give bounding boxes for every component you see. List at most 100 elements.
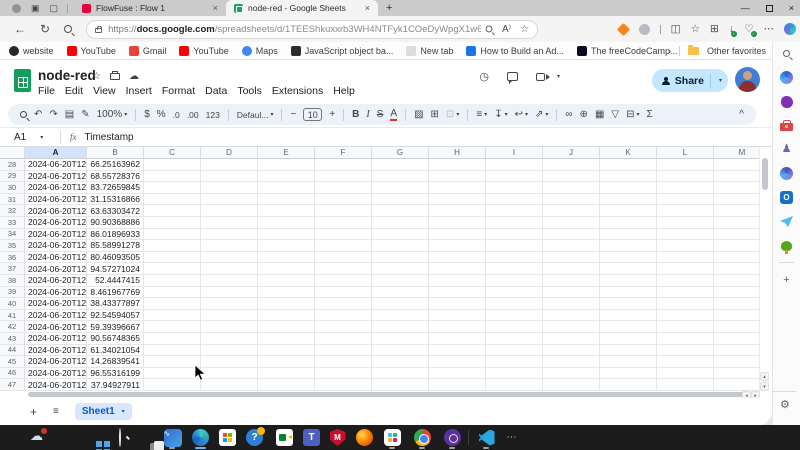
cell-empty[interactable] xyxy=(429,182,486,194)
cell-empty[interactable] xyxy=(657,368,714,380)
help-icon[interactable]: ? xyxy=(244,427,265,448)
cell-value[interactable]: 90.90368886 xyxy=(87,217,144,229)
horizontal-scroll-thumb[interactable] xyxy=(28,392,756,397)
cell-empty[interactable] xyxy=(543,356,600,368)
cell-value[interactable]: 92.54594057 xyxy=(87,310,144,322)
column-header-l[interactable]: L xyxy=(657,147,714,159)
bookmark-item[interactable]: website xyxy=(9,46,54,56)
cell-empty[interactable] xyxy=(543,275,600,287)
cell-empty[interactable] xyxy=(201,310,258,322)
vscode-icon[interactable] xyxy=(476,427,497,448)
cell-empty[interactable] xyxy=(486,356,543,368)
cell-empty[interactable] xyxy=(543,182,600,194)
split-screen-icon[interactable]: ◫ xyxy=(671,23,681,35)
cell-empty[interactable] xyxy=(657,379,714,391)
version-history-icon[interactable]: ◷ xyxy=(479,70,489,83)
menu-edit[interactable]: Edit xyxy=(60,84,88,98)
mcafee-icon[interactable]: M xyxy=(327,427,348,448)
cell-empty[interactable] xyxy=(486,217,543,229)
teams-icon[interactable]: T xyxy=(301,427,322,448)
zoom-control[interactable]: 100%▾ xyxy=(97,109,128,120)
github-desktop-icon[interactable] xyxy=(442,427,463,448)
cell-empty[interactable] xyxy=(657,275,714,287)
cell-empty[interactable] xyxy=(600,182,657,194)
other-favorites-button[interactable]: Other favorites xyxy=(707,46,766,56)
add-sheet-button[interactable]: + xyxy=(30,405,37,419)
cell-empty[interactable] xyxy=(372,298,429,310)
redo-icon[interactable]: ↷ xyxy=(49,109,57,120)
search-icon[interactable] xyxy=(20,111,27,118)
search-icon[interactable] xyxy=(109,427,130,448)
cell-empty[interactable] xyxy=(429,240,486,252)
firefox-icon[interactable] xyxy=(354,427,375,448)
table-views-icon[interactable]: ⊟▾ xyxy=(626,109,639,120)
cell-empty[interactable] xyxy=(543,171,600,183)
cell-empty[interactable] xyxy=(486,310,543,322)
start-icon[interactable] xyxy=(82,427,103,448)
cell-empty[interactable] xyxy=(657,205,714,217)
column-header-h[interactable]: H xyxy=(429,147,486,159)
cell-timestamp[interactable]: 2024-06-20T12:2 xyxy=(25,321,87,333)
collections-icon[interactable]: ⊞ xyxy=(710,23,719,35)
cell-empty[interactable] xyxy=(315,333,372,345)
cell-value[interactable]: 8.461967769 xyxy=(87,287,144,299)
address-bar[interactable]: https://docs.google.com/spreadsheets/d/1… xyxy=(86,20,538,39)
cell-empty[interactable] xyxy=(543,379,600,391)
text-wrap-icon[interactable]: ↩▾ xyxy=(515,109,528,120)
cell-empty[interactable] xyxy=(429,333,486,345)
cell-empty[interactable] xyxy=(258,368,315,380)
menu-tools[interactable]: Tools xyxy=(232,84,267,98)
name-box[interactable]: A1▾ xyxy=(0,132,60,143)
currency-icon[interactable]: $ xyxy=(144,109,150,120)
cell-empty[interactable] xyxy=(543,252,600,264)
cell-empty[interactable] xyxy=(600,333,657,345)
minimize-button[interactable]: — xyxy=(741,0,750,16)
menu-data[interactable]: Data xyxy=(200,84,232,98)
column-header-d[interactable]: D xyxy=(201,147,258,159)
font-size-increase-icon[interactable]: + xyxy=(329,109,335,120)
cell-timestamp[interactable]: 2024-06-20T12:2 xyxy=(25,298,87,310)
column-header-a[interactable]: A xyxy=(25,147,87,159)
cell-empty[interactable] xyxy=(201,205,258,217)
cell-empty[interactable] xyxy=(258,217,315,229)
cell-empty[interactable] xyxy=(315,345,372,357)
scroll-down-button[interactable]: ▾ xyxy=(760,382,769,391)
cell-empty[interactable] xyxy=(486,229,543,241)
cell-empty[interactable] xyxy=(600,321,657,333)
cell-empty[interactable] xyxy=(144,252,201,264)
add-app-icon[interactable]: + xyxy=(779,272,794,287)
cell-timestamp[interactable]: 2024-06-20T12:2 xyxy=(25,252,87,264)
share-button[interactable]: Share ▾ xyxy=(652,69,728,92)
cell-empty[interactable] xyxy=(657,159,714,171)
search-icon[interactable] xyxy=(779,46,794,61)
cell-empty[interactable] xyxy=(486,182,543,194)
metamask-icon[interactable] xyxy=(617,22,630,35)
cell-empty[interactable] xyxy=(543,205,600,217)
row-header[interactable]: 41 xyxy=(0,310,25,322)
cell-empty[interactable] xyxy=(657,287,714,299)
cell-empty[interactable] xyxy=(144,379,201,391)
cell-empty[interactable] xyxy=(429,287,486,299)
edge-icon[interactable] xyxy=(190,427,211,448)
cell-empty[interactable] xyxy=(543,217,600,229)
bookmarks-overflow-icon[interactable]: › xyxy=(668,46,671,56)
slack-icon[interactable] xyxy=(382,427,403,448)
cell-empty[interactable] xyxy=(315,171,372,183)
cell-empty[interactable] xyxy=(315,217,372,229)
vertical-scroll-thumb[interactable] xyxy=(762,158,768,190)
cell-empty[interactable] xyxy=(144,333,201,345)
cell-empty[interactable] xyxy=(372,275,429,287)
cell-empty[interactable] xyxy=(486,368,543,380)
menu-file[interactable]: File xyxy=(33,84,60,98)
cell-empty[interactable] xyxy=(543,298,600,310)
cell-empty[interactable] xyxy=(144,368,201,380)
cell-empty[interactable] xyxy=(429,368,486,380)
cell-empty[interactable] xyxy=(201,229,258,241)
cell-empty[interactable] xyxy=(201,159,258,171)
close-button[interactable]: × xyxy=(789,0,794,16)
cell-empty[interactable] xyxy=(657,263,714,275)
cell-timestamp[interactable]: 2024-06-20T12:2 xyxy=(25,345,87,357)
cell-empty[interactable] xyxy=(486,287,543,299)
borders-icon[interactable]: ⊞ xyxy=(431,109,439,120)
text-color-icon[interactable]: A xyxy=(390,109,397,121)
